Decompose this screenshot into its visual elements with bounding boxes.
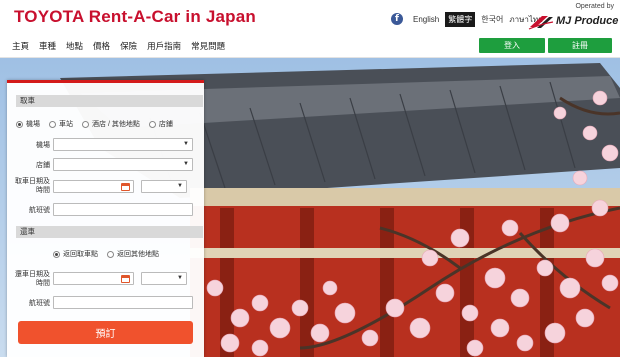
return-flight-input[interactable] (53, 296, 193, 309)
nav-locations[interactable]: 地點 (66, 40, 83, 52)
pickup-option-label: 機場 (26, 121, 40, 128)
calendar-icon[interactable] (121, 275, 130, 283)
flight-label: 航班號 (29, 207, 50, 214)
return-option-label: 返回其他地點 (117, 251, 159, 258)
radio-icon[interactable] (16, 120, 23, 128)
flight-input[interactable] (53, 203, 193, 216)
nav-insurance[interactable]: 保險 (120, 40, 137, 52)
store-label: 店鋪 (36, 162, 50, 169)
booking-panel: 取車 機場 車站 酒店 / 其他地點 店鋪 機場 ▼ 店鋪 ▼ 取車日期及時間 … (7, 80, 204, 357)
return-flight-label: 航班號 (29, 300, 50, 307)
return-time-select[interactable]: ▼ (141, 272, 187, 285)
store-select[interactable]: ▼ (53, 158, 193, 171)
page: TOYOTA Rent-A-Car in Japan f English 繁體字… (0, 0, 620, 357)
chevron-down-icon: ▼ (183, 141, 189, 147)
return-date-input[interactable] (53, 272, 134, 285)
return-section-header: 還車 (16, 226, 203, 238)
return-option-other[interactable]: 返回其他地點 (107, 249, 159, 259)
pickup-option-hotel[interactable]: 酒店 / 其他地點 (82, 119, 140, 129)
header: TOYOTA Rent-A-Car in Japan f English 繁體字… (0, 0, 620, 36)
book-button[interactable]: 預訂 (18, 321, 193, 344)
airport-select[interactable]: ▼ (53, 138, 193, 151)
return-option-label: 返回取車點 (63, 251, 98, 258)
pickup-date-input[interactable] (53, 180, 134, 193)
language-bar: f English 繁體字 한국어 ภาษาไทย (391, 11, 549, 27)
radio-icon[interactable] (148, 120, 156, 128)
pickup-datetime-label: 取車日期及時間 (15, 178, 50, 194)
pickup-section-header: 取車 (16, 95, 203, 107)
register-button[interactable]: 註冊 (548, 38, 612, 53)
main-nav: 主頁 車種 地點 價格 保險 用戶指南 常見問題 登入 註冊 (0, 36, 620, 58)
pickup-option-label: 車站 (59, 121, 73, 128)
return-datetime-label: 還車日期及時間 (15, 271, 50, 287)
chevron-down-icon: ▼ (177, 275, 183, 281)
lang-english[interactable]: English (413, 15, 439, 24)
pickup-option-airport[interactable]: 機場 (16, 119, 40, 129)
operated-by-label: Operated by (575, 3, 614, 10)
chevron-down-icon: ▼ (177, 183, 183, 189)
radio-icon[interactable] (53, 250, 60, 258)
facebook-icon[interactable]: f (391, 13, 403, 25)
brand[interactable]: Operated by MJ Produce (528, 2, 619, 34)
site-title[interactable]: TOYOTA Rent-A-Car in Japan (14, 7, 256, 27)
pickup-option-store[interactable]: 店鋪 (148, 119, 173, 129)
radio-icon[interactable] (82, 120, 89, 128)
radio-icon[interactable] (107, 250, 114, 258)
pickup-time-select[interactable]: ▼ (141, 180, 187, 193)
radio-icon[interactable] (49, 120, 56, 128)
nav-user-guide[interactable]: 用戶指南 (147, 40, 181, 52)
pickup-option-label: 酒店 / 其他地點 (92, 121, 140, 128)
mj-logo-icon (528, 16, 554, 30)
calendar-icon[interactable] (121, 183, 130, 191)
pickup-option-station[interactable]: 車站 (49, 119, 73, 129)
lang-traditional-chinese[interactable]: 繁體字 (445, 11, 476, 27)
nav-car-types[interactable]: 車種 (39, 40, 56, 52)
pickup-option-label: 店鋪 (158, 121, 173, 128)
lang-korean[interactable]: 한국어 (481, 14, 503, 25)
pickup-type-options: 機場 車站 酒店 / 其他地點 店鋪 (16, 119, 182, 129)
nav-faq[interactable]: 常見問題 (191, 40, 225, 52)
brand-name: MJ Produce (556, 15, 619, 27)
return-options: 返回取車點 返回其他地點 (53, 249, 168, 259)
login-button[interactable]: 登入 (479, 38, 545, 53)
nav-items: 主頁 車種 地點 價格 保險 用戶指南 常見問題 (12, 40, 235, 52)
airport-label: 機場 (36, 142, 50, 149)
nav-prices[interactable]: 價格 (93, 40, 110, 52)
return-option-same[interactable]: 返回取車點 (53, 249, 98, 259)
nav-home[interactable]: 主頁 (12, 40, 29, 52)
chevron-down-icon: ▼ (183, 161, 189, 167)
